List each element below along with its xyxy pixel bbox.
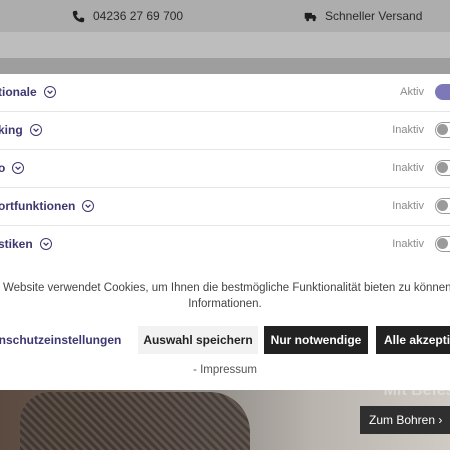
category-toggle-expand[interactable]: ortfunktionen bbox=[0, 199, 95, 213]
glove-image bbox=[20, 392, 250, 450]
category-toggle[interactable] bbox=[435, 84, 450, 100]
cookie-category-list: tionale Aktiv king Inaktiv o Inaktiv ort… bbox=[0, 74, 450, 254]
category-toggle[interactable] bbox=[435, 198, 450, 214]
cookie-category-row: king Inaktiv bbox=[0, 112, 450, 150]
cookie-category-row: stiken Inaktiv bbox=[0, 226, 450, 254]
category-label: o bbox=[0, 161, 6, 175]
category-label: tionale bbox=[0, 85, 37, 99]
category-toggle-expand[interactable]: tionale bbox=[0, 85, 56, 99]
category-toggle[interactable] bbox=[435, 236, 450, 252]
phone-icon bbox=[72, 10, 85, 22]
chevron-down-icon[interactable] bbox=[12, 162, 25, 174]
privacy-settings-link[interactable]: tenschutzeinstellungen bbox=[0, 326, 128, 354]
phone-number: 04236 27 69 700 bbox=[93, 9, 184, 23]
category-status: Inaktiv bbox=[392, 162, 424, 174]
cookie-category-row: ortfunktionen Inaktiv bbox=[0, 188, 450, 226]
cookie-category-row: o Inaktiv bbox=[0, 150, 450, 188]
category-toggle[interactable] bbox=[435, 160, 450, 176]
category-toggle-expand[interactable]: o bbox=[0, 161, 25, 175]
chevron-down-icon[interactable] bbox=[43, 86, 56, 98]
phone-contact[interactable]: 04236 27 69 700 bbox=[72, 9, 183, 23]
chevron-down-icon[interactable] bbox=[82, 200, 95, 212]
imprint-link[interactable]: - Impressum bbox=[0, 364, 450, 376]
toggle-knob bbox=[437, 200, 448, 211]
only-necessary-button[interactable]: Nur notwendige bbox=[264, 326, 368, 354]
accept-all-button[interactable]: Alle akzeptie bbox=[376, 326, 450, 354]
zum-bohren-button[interactable]: Zum Bohren › bbox=[360, 406, 450, 434]
toggle-knob bbox=[437, 238, 448, 249]
category-toggle[interactable] bbox=[435, 122, 450, 138]
category-toggle-expand[interactable]: king bbox=[0, 123, 42, 137]
truck-icon bbox=[304, 12, 317, 21]
cookie-category-row: tionale Aktiv bbox=[0, 74, 450, 112]
shipping-info: Schneller Versand bbox=[304, 9, 422, 23]
category-label: king bbox=[0, 123, 23, 137]
category-label: stiken bbox=[0, 237, 33, 251]
toggle-knob bbox=[437, 124, 448, 135]
category-status: Inaktiv bbox=[392, 200, 424, 212]
category-toggle-expand[interactable]: stiken bbox=[0, 237, 52, 251]
chevron-down-icon[interactable] bbox=[29, 124, 42, 136]
save-selection-button[interactable]: Auswahl speichern bbox=[138, 326, 258, 354]
category-label: ortfunktionen bbox=[0, 199, 76, 213]
more-information-link[interactable]: Informationen. bbox=[0, 296, 450, 312]
header-divider bbox=[0, 58, 450, 74]
shipping-text: Schneller Versand bbox=[325, 9, 423, 23]
cookie-button-row: tenschutzeinstellungen Auswahl speichern… bbox=[0, 326, 450, 354]
category-status: Inaktiv bbox=[392, 238, 424, 250]
top-info-bar: 04236 27 69 700 Schneller Versand bbox=[0, 0, 450, 32]
navigation-bar-dimmed bbox=[0, 32, 450, 58]
category-status: Aktiv bbox=[400, 86, 424, 98]
cookie-consent-modal: tionale Aktiv king Inaktiv o Inaktiv ort… bbox=[0, 74, 450, 390]
cookie-info-line: Website verwendet Cookies, um Ihnen die … bbox=[3, 282, 450, 294]
category-status: Inaktiv bbox=[392, 124, 424, 136]
toggle-knob bbox=[437, 162, 448, 173]
chevron-down-icon[interactable] bbox=[39, 238, 52, 250]
